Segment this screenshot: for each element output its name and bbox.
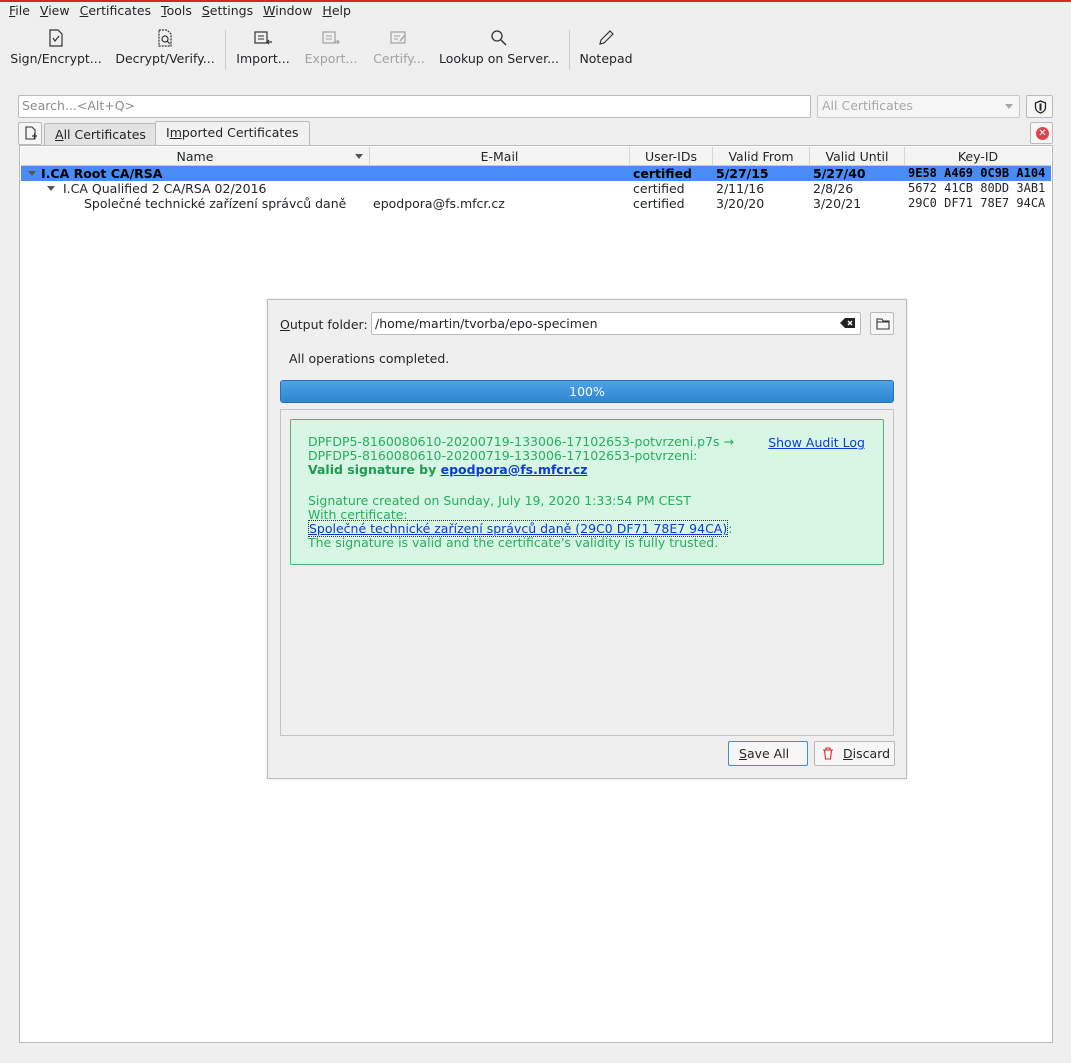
menu-view[interactable]: View — [35, 2, 75, 20]
import-icon — [233, 24, 293, 52]
expand-toggle-icon[interactable] — [28, 171, 36, 176]
close-icon: ✕ — [1036, 127, 1049, 140]
show-audit-log-link[interactable]: Show Audit Log — [768, 435, 865, 450]
column-header-email[interactable]: E-Mail — [370, 147, 630, 166]
lookup-on-server-button[interactable]: Lookup on Server... — [438, 24, 560, 72]
toolbar: Sign/Encrypt... Decrypt/Verify... Import… — [0, 24, 1071, 74]
column-header-valid-from[interactable]: Valid From — [713, 147, 810, 166]
discard-button[interactable]: Discard — [814, 741, 895, 766]
output-folder-input[interactable]: /home/martin/tvorba/epo-specimen — [371, 312, 861, 335]
search-icon — [438, 24, 560, 52]
tab-all-certificates[interactable]: All Certificates — [44, 123, 157, 146]
certificate-filter-select[interactable]: All Certificates — [817, 95, 1020, 118]
table-row[interactable]: Společné technické zařízení správců daně… — [21, 196, 1051, 211]
valid-signature-line: Valid signature by epodpora@fs.mfcr.cz — [308, 462, 588, 477]
close-tab-button[interactable]: ✕ — [1030, 122, 1053, 144]
tab-bar: All Certificates Imported Certificates ✕ — [18, 121, 1053, 146]
sign-encrypt-button[interactable]: Sign/Encrypt... — [8, 24, 104, 72]
verification-result-card: DPFDP5-8160080610-20200719-133006-171026… — [290, 419, 884, 565]
certify-button[interactable]: Certify... — [369, 24, 429, 72]
menu-certificates[interactable]: Certificates — [75, 2, 156, 20]
trash-icon — [823, 747, 833, 760]
progress-text: 100% — [569, 384, 605, 399]
clear-input-icon[interactable] — [840, 317, 856, 329]
sign-encrypt-icon — [8, 24, 104, 52]
progress-bar: 100% — [280, 380, 894, 403]
certify-icon — [369, 24, 429, 52]
result-file-line-2: DPFDP5-8160080610-20200719-133006-171026… — [308, 448, 698, 463]
decrypt-verify-dialog: Output folder: /home/martin/tvorba/epo-s… — [267, 299, 907, 779]
toolbar-separator — [225, 30, 226, 70]
menu-window[interactable]: Window — [258, 2, 317, 20]
output-folder-label: Output folder: — [280, 317, 368, 332]
search-input[interactable]: Search...<Alt+Q> — [18, 95, 811, 118]
export-icon — [300, 24, 362, 52]
menu-tools[interactable]: Tools — [156, 2, 197, 20]
menu-settings[interactable]: Settings — [197, 2, 258, 20]
column-header-valid-until[interactable]: Valid Until — [810, 147, 905, 166]
status-text: All operations completed. — [289, 351, 450, 366]
shield-icon — [1034, 100, 1047, 114]
browse-folder-button[interactable] — [870, 312, 894, 335]
result-file-line-1: DPFDP5-8160080610-20200719-133006-171026… — [308, 434, 735, 449]
column-header-user-ids[interactable]: User-IDs — [630, 147, 713, 166]
expand-toggle-icon[interactable] — [47, 186, 55, 191]
shield-button[interactable] — [1026, 95, 1053, 118]
certificate-line: Společné technické zařízení správců daně… — [308, 520, 733, 537]
sort-indicator-icon — [355, 154, 363, 159]
table-header: Name E-Mail User-IDs Valid From Valid Un… — [21, 147, 1051, 166]
signature-created-line: Signature created on Sunday, July 19, 20… — [308, 493, 691, 508]
decrypt-verify-icon — [113, 24, 217, 52]
menu-bar: File View Certificates Tools Settings Wi… — [0, 2, 356, 20]
export-button[interactable]: Export... — [300, 24, 362, 72]
new-tab-icon — [25, 126, 37, 140]
signer-email-link[interactable]: epodpora@fs.mfcr.cz — [441, 462, 588, 477]
tab-imported-certificates[interactable]: Imported Certificates — [155, 121, 310, 146]
toolbar-separator — [569, 30, 570, 70]
column-header-name[interactable]: Name — [21, 147, 370, 166]
import-button[interactable]: Import... — [233, 24, 293, 72]
results-area: DPFDP5-8160080610-20200719-133006-171026… — [280, 409, 894, 736]
table-row[interactable]: I.CA Qualified 2 CA/RSA 02/2016 certifie… — [21, 181, 1051, 196]
menu-file[interactable]: File — [0, 2, 35, 20]
menu-help[interactable]: Help — [317, 2, 356, 20]
pencil-icon — [577, 24, 635, 52]
new-tab-button[interactable] — [18, 122, 42, 145]
folder-icon — [876, 318, 890, 330]
chevron-down-icon — [1005, 104, 1013, 109]
save-all-button[interactable]: Save All — [728, 741, 808, 766]
decrypt-verify-button[interactable]: Decrypt/Verify... — [113, 24, 217, 72]
table-row[interactable]: I.CA Root CA/RSA certified 5/27/15 5/27/… — [21, 166, 1051, 181]
notepad-button[interactable]: Notepad — [577, 24, 635, 72]
trust-status-line: The signature is valid and the certifica… — [308, 535, 719, 550]
column-header-key-id[interactable]: Key-ID — [905, 147, 1051, 166]
